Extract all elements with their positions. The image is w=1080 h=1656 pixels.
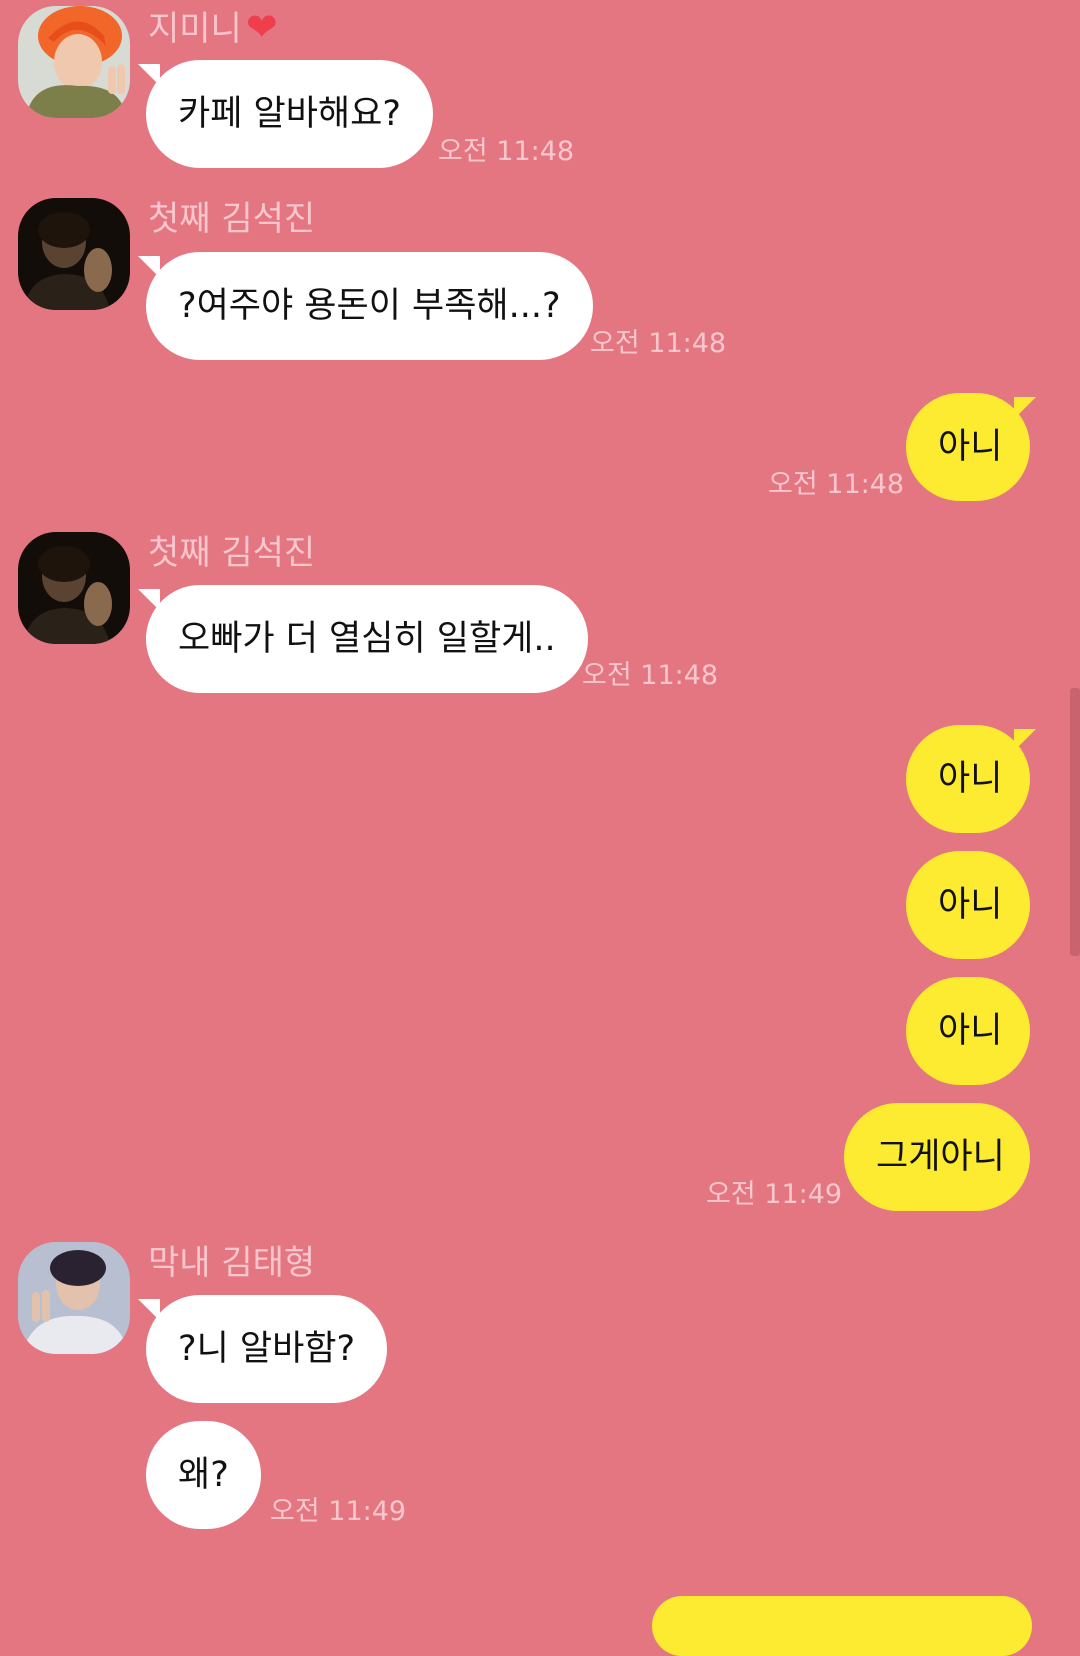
heart-icon: ❤	[245, 5, 278, 49]
avatar-image	[18, 532, 130, 644]
message-bubble[interactable]: 왜?	[146, 1421, 261, 1529]
sender-name: 첫째 김석진	[148, 199, 316, 239]
avatar-seokjin[interactable]	[18, 532, 130, 644]
chat-message-list[interactable]: 지미니 ❤ 카페 알바해요? 오전 11:48 첫째 김석진 ?여주야 용돈이 부…	[0, 0, 1080, 1656]
message-bubble[interactable]: ?니 알바함?	[146, 1295, 388, 1403]
message-bubble[interactable]: 오빠가 더 열심히 일할게..	[146, 585, 588, 693]
message-bubble[interactable]: ?여주야 용돈이 부족해...?	[146, 252, 593, 360]
scrollbar[interactable]	[1070, 688, 1080, 956]
message-time: 오전 11:49	[270, 1496, 407, 1527]
message-time: 오전 11:48	[590, 328, 727, 359]
message-time: 오전 11:49	[706, 1179, 843, 1210]
avatar-image	[18, 6, 130, 118]
message-time: 오전 11:48	[768, 469, 905, 500]
message-bubble-mine[interactable]: 아니	[906, 725, 1030, 833]
avatar-image	[18, 198, 130, 310]
message-bubble-mine[interactable]: 아니	[906, 851, 1030, 959]
avatar-taehyung[interactable]	[18, 1242, 130, 1354]
avatar-seokjin[interactable]	[18, 198, 130, 310]
message-bubble-mine[interactable]: 아니	[906, 977, 1030, 1085]
avatar-jimin[interactable]	[18, 6, 130, 118]
sender-name: 막내 김태형	[148, 1243, 316, 1283]
message-bubble-mine-partial[interactable]	[652, 1596, 1032, 1656]
bubble-tail	[1014, 397, 1036, 419]
message-bubble-mine[interactable]: 아니	[906, 393, 1030, 501]
sender-name: 첫째 김석진	[148, 533, 316, 573]
bubble-tail	[1014, 729, 1036, 751]
message-bubble-mine[interactable]: 그게아니	[844, 1103, 1030, 1211]
message-time: 오전 11:48	[582, 660, 719, 691]
sender-name: 지미니 ❤	[148, 8, 278, 46]
message-time: 오전 11:48	[438, 136, 575, 167]
sender-name-text: 지미니	[148, 9, 242, 49]
message-bubble[interactable]: 카페 알바해요?	[146, 60, 433, 168]
avatar-image	[18, 1242, 130, 1354]
